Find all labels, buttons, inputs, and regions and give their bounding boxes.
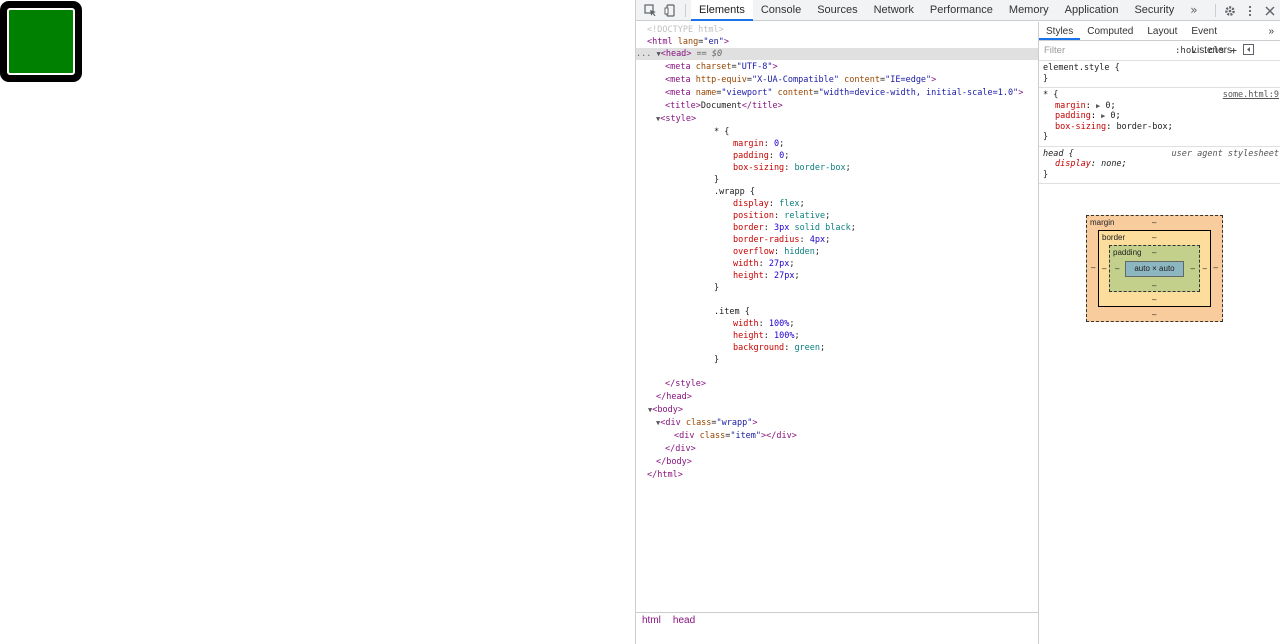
box-model-value: – [1091, 263, 1096, 272]
styles-filter-input[interactable]: Filter [1041, 42, 1169, 59]
css-line: margin: 0; [733, 139, 785, 149]
css-line: .wrapp { [714, 187, 755, 197]
css-line: height: 27px; [733, 271, 800, 281]
devtools-toolbar: Elements Console Sources Network Perform… [636, 0, 1280, 21]
tab-memory[interactable]: Memory [1001, 0, 1057, 21]
css-line: .item { [714, 307, 750, 317]
styles-subtabs: Styles Computed Layout Event Listeners » [1039, 22, 1280, 56]
box-model-value: – [1152, 218, 1157, 227]
tab-console[interactable]: Console [753, 0, 809, 21]
wrapp-box[interactable] [0, 1, 82, 82]
box-model-value: – [1202, 264, 1207, 273]
css-line: background: green; [733, 343, 826, 353]
box-model-label: padding [1113, 248, 1142, 257]
box-model-margin[interactable]: margin – – – – border – – – – padding – … [1086, 215, 1223, 322]
dom-line-head-selected[interactable]: ... ▼<head> == $0 [636, 48, 1038, 60]
css-line: border: 3px solid black; [733, 223, 856, 233]
tab-performance[interactable]: Performance [922, 0, 1001, 21]
styles-filter-row: Filter :hov .cls + [1039, 41, 1280, 61]
tab-application[interactable]: Application [1057, 0, 1127, 21]
css-line: } [714, 355, 720, 365]
dom-line-title[interactable]: <title>Document</title> [665, 100, 783, 112]
new-rule-plus-icon[interactable]: + [1230, 44, 1237, 57]
dom-line-meta-charset[interactable]: <meta charset="UTF-8"> [665, 61, 778, 73]
devtools-panel: Elements Console Sources Network Perform… [635, 0, 1280, 644]
tab-elements[interactable]: Elements [691, 0, 753, 21]
breadcrumb-head[interactable]: head [667, 615, 701, 626]
rule-source-link[interactable]: some.html:9 [1223, 90, 1279, 101]
box-model-padding[interactable]: padding – – – – auto × auto [1109, 245, 1200, 292]
dom-line-html[interactable]: <html lang="en"> [647, 36, 729, 48]
box-model-value: – [1152, 233, 1157, 242]
more-subtabs-chevron-icon[interactable]: » [1261, 22, 1280, 40]
dom-line-html-close[interactable]: </html> [647, 469, 683, 481]
css-line: overflow: hidden; [733, 247, 821, 257]
box-model-value: – [1152, 295, 1157, 304]
toggle-sidebar-icon[interactable] [1243, 43, 1254, 58]
subtab-computed[interactable]: Computed [1080, 22, 1140, 40]
dom-line-head-close[interactable]: </head> [656, 391, 692, 403]
box-model-content[interactable]: auto × auto [1125, 261, 1184, 277]
elements-dom-tree: <!DOCTYPE html> <html lang="en"> ... ▼<h… [636, 22, 1038, 628]
box-model-value: – [1102, 264, 1107, 273]
css-line: width: 27px; [733, 259, 795, 269]
dom-line-style-open[interactable]: ▼<style> [656, 113, 696, 125]
subtab-styles[interactable]: Styles [1039, 22, 1081, 40]
dom-line-meta-viewport[interactable]: <meta name="viewport" content="width=dev… [665, 87, 1023, 99]
devtools-tabs: Elements Console Sources Network Perform… [691, 0, 1206, 21]
settings-gear-icon[interactable] [1220, 1, 1240, 21]
inspect-element-icon[interactable] [640, 0, 660, 20]
box-model-label: border [1102, 233, 1126, 242]
subtab-layout[interactable]: Layout [1140, 22, 1184, 40]
css-line: } [714, 175, 720, 185]
tab-sources[interactable]: Sources [809, 0, 865, 21]
dom-line-div-wrapp[interactable]: ▼<div class="wrapp"> [656, 417, 758, 429]
subtab-event-listeners[interactable]: Event Listeners [1184, 22, 1261, 56]
css-line: border-radius: 4px; [733, 235, 831, 245]
toolbar-separator [1215, 4, 1216, 17]
css-line: box-sizing: border-box; [733, 163, 851, 173]
rule-head-ua[interactable]: head { user agent stylesheet display: no… [1039, 147, 1280, 184]
toolbar-separator [685, 3, 686, 17]
dom-line-div-close[interactable]: </div> [665, 443, 696, 455]
dom-line-body[interactable]: ▼<body> [648, 404, 683, 416]
dom-line-style-close[interactable]: </style> [665, 378, 706, 390]
box-model-border[interactable]: border – – – – padding – – – – auto × au… [1098, 230, 1211, 307]
styles-sidebar: Styles Computed Layout Event Listeners »… [1038, 22, 1280, 644]
box-model-value: – [1213, 263, 1218, 272]
cls-toggle-button[interactable]: .cls [1203, 46, 1225, 56]
green-item[interactable] [7, 8, 75, 75]
kebab-menu-icon[interactable] [1240, 1, 1260, 21]
user-agent-label: user agent stylesheet [1171, 148, 1279, 159]
css-line: * { [714, 127, 730, 137]
box-model-value: – [1152, 248, 1157, 257]
rule-universal[interactable]: * { some.html:9 margin: ▶ 0; padding: ▶ … [1039, 88, 1280, 147]
css-line: height: 100%; [733, 331, 800, 341]
dom-line-doctype[interactable]: <!DOCTYPE html> [647, 24, 724, 36]
dom-line-meta-compat[interactable]: <meta http-equiv="X-UA-Compatible" conte… [665, 74, 936, 86]
css-line: } [714, 283, 720, 293]
css-line: display: flex; [733, 199, 805, 209]
tab-network[interactable]: Network [866, 0, 922, 21]
dom-line-div-item[interactable]: <div class="item"></div> [674, 430, 797, 442]
tab-security[interactable]: Security [1126, 0, 1182, 21]
box-model-value: – [1152, 310, 1157, 319]
box-model-value: – [1152, 281, 1157, 290]
breadcrumb: html head [636, 612, 1038, 628]
box-model-label: margin [1090, 218, 1115, 227]
css-line: padding: 0; [733, 151, 790, 161]
device-toolbar-icon[interactable] [660, 0, 680, 20]
dom-line-body-close[interactable]: </body> [656, 456, 692, 468]
css-line: width: 100%; [733, 319, 795, 329]
box-model-value: – [1115, 264, 1120, 273]
page-viewport [0, 0, 635, 644]
hov-toggle-button[interactable]: :hov [1175, 46, 1197, 56]
rule-element-style[interactable]: element.style { } [1039, 61, 1280, 88]
css-line: position: relative; [733, 211, 831, 221]
box-model-value: – [1190, 264, 1195, 273]
close-icon[interactable] [1260, 1, 1280, 21]
more-tabs-chevron-icon[interactable]: » [1182, 0, 1205, 21]
breadcrumb-html[interactable]: html [636, 615, 667, 626]
